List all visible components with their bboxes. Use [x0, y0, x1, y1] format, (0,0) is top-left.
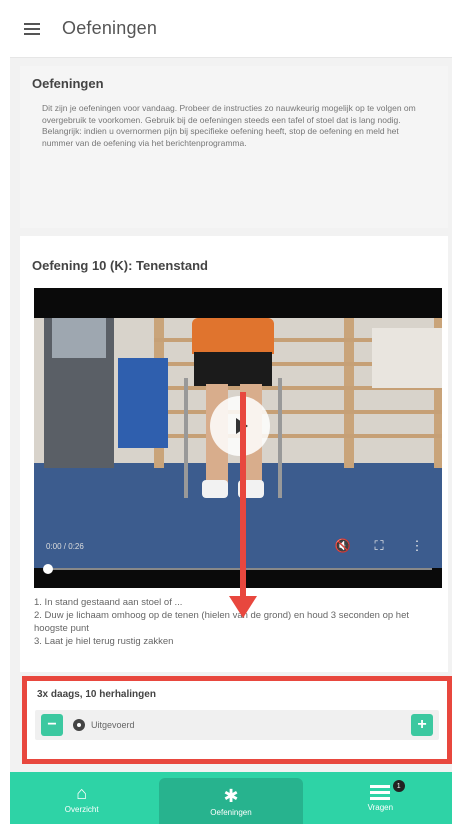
- dosage-title: 3x daags, 10 herhalingen: [37, 689, 156, 700]
- person-image: [192, 318, 274, 354]
- decrement-button[interactable]: −: [41, 714, 63, 736]
- nav-label: Oefeningen: [210, 807, 252, 817]
- page-title: Oefeningen: [62, 18, 158, 38]
- nav-item-overzicht[interactable]: ⌂ Overzicht: [10, 772, 153, 824]
- instruction-line: 3. Laat je hiel terug rustig zakken: [34, 636, 174, 647]
- exercise-title: Oefening 10 (K): Tenenstand: [32, 258, 208, 273]
- nav-item-vragen[interactable]: 1 Vragen: [309, 772, 452, 824]
- more-vertical-icon[interactable]: ⋮: [408, 538, 426, 554]
- dosage-row: − Uitgevoerd +: [35, 710, 439, 740]
- nav-label: Vragen: [367, 802, 394, 812]
- hamburger-icon: [24, 22, 40, 35]
- fullscreen-icon[interactable]: ⛶: [370, 538, 388, 554]
- app-bar: Oefeningen: [10, 0, 452, 58]
- annotation-arrow-head: [229, 596, 257, 618]
- done-radio[interactable]: [73, 719, 85, 731]
- intro-title: Oefeningen: [32, 76, 104, 91]
- nav-item-oefeningen[interactable]: ✱ Oefeningen: [159, 778, 303, 824]
- annotation-arrow: [240, 392, 246, 600]
- mute-icon[interactable]: 🔇: [334, 538, 352, 554]
- intro-text: Dit zijn je oefeningen voor vandaag. Pro…: [42, 103, 416, 148]
- nav-label: Overzicht: [64, 804, 99, 814]
- list-icon: [370, 784, 391, 801]
- water-cooler-image: [44, 318, 114, 468]
- home-icon: ⌂: [76, 782, 88, 803]
- video-player[interactable]: 0:00 / 0:26 🔇 ⛶ ⋮: [34, 288, 442, 588]
- dosage-panel: 3x daags, 10 herhalingen − Uitgevoerd +: [22, 676, 452, 764]
- dosage-status: Uitgevoerd: [91, 720, 135, 730]
- video-controls: 0:00 / 0:26 🔇 ⛶ ⋮: [34, 524, 442, 588]
- increment-button[interactable]: +: [411, 714, 433, 736]
- notification-badge: 1: [392, 780, 405, 792]
- menu-button[interactable]: [10, 0, 54, 58]
- video-time: 0:00 / 0:26: [46, 542, 84, 551]
- progress-knob[interactable]: [43, 564, 53, 574]
- walking-icon: ✱: [223, 785, 239, 806]
- bottom-nav: ⌂ Overzicht ✱ Oefeningen 1 Vragen: [10, 772, 452, 824]
- intro-card: Oefeningen Dit zijn je oefeningen voor v…: [20, 66, 448, 228]
